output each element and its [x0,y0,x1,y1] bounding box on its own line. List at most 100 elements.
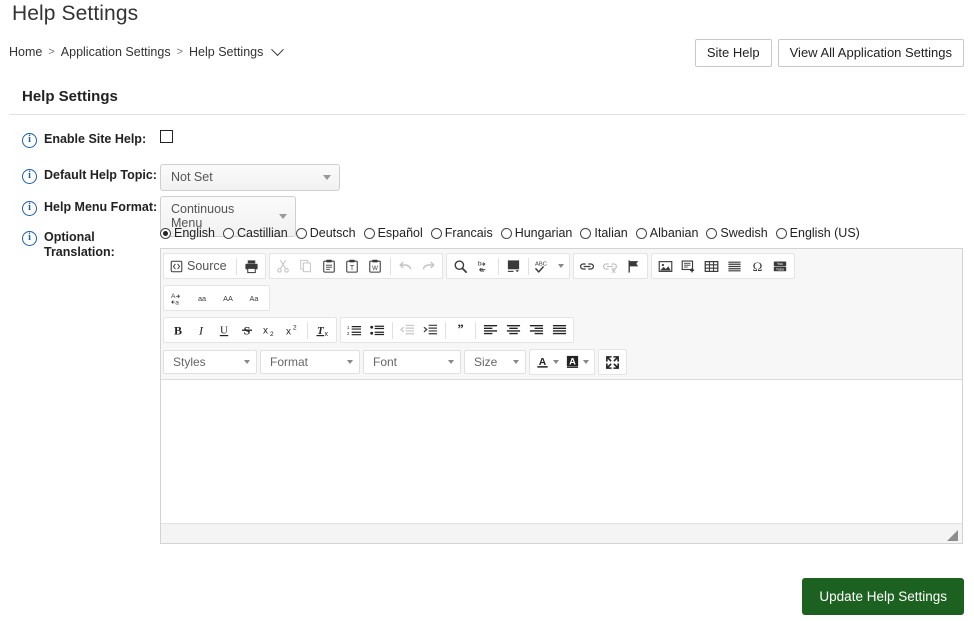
subscript-icon[interactable]: x2 [258,319,281,341]
unlink-icon[interactable] [599,255,622,277]
table-icon[interactable] [700,255,723,277]
format-dropdown[interactable]: Format [260,350,360,374]
superscript-icon[interactable]: x2 [281,319,304,341]
bulleted-list-icon[interactable] [366,319,389,341]
flash-icon[interactable] [677,255,700,277]
redo-icon[interactable] [417,255,440,277]
enable-site-help-checkbox[interactable] [160,130,173,143]
radio-button[interactable] [363,227,375,239]
spellcheck-icon[interactable]: ABC [532,255,567,277]
undo-icon[interactable] [394,255,417,277]
svg-text:T: T [350,265,355,272]
text-color-icon[interactable]: A [532,351,562,373]
translation-language-option-english-us[interactable]: English (US) [775,226,860,240]
source-icon[interactable]: Source [166,255,233,277]
update-help-settings-button[interactable]: Update Help Settings [802,578,964,615]
background-color-icon[interactable]: A [562,351,592,373]
font-dropdown[interactable]: Font [363,350,461,374]
remove-format-icon[interactable]: Aa [166,287,189,309]
mixed-case-icon[interactable]: Aa [241,287,267,309]
styles-dropdown[interactable]: Styles [163,350,257,374]
resize-grip-icon[interactable] [947,530,958,541]
align-right-icon[interactable] [525,319,548,341]
chevron-down-icon [557,264,564,268]
translation-language-option-deutsch[interactable]: Deutsch [295,226,356,240]
radio-button[interactable] [635,227,647,239]
info-icon[interactable]: i [22,201,37,216]
breadcrumb-item-home[interactable]: Home [9,45,42,59]
outdent-icon[interactable] [396,319,419,341]
align-center-icon[interactable] [502,319,525,341]
special-char-icon[interactable]: Ω [746,255,769,277]
bold-icon[interactable]: B [166,319,189,341]
svg-text:2: 2 [270,331,274,337]
radio-button[interactable] [295,227,307,239]
align-justify-icon[interactable] [548,319,571,341]
svg-text:Ω: Ω [752,259,762,274]
radio-label: Italian [594,226,628,240]
info-icon[interactable]: i [22,231,37,246]
blockquote-icon[interactable]: ” [449,319,472,341]
align-left-icon[interactable] [479,319,502,341]
optional-translation-label: Optional Translation: [44,230,115,260]
copy-icon[interactable] [295,255,318,277]
translation-language-option-francais[interactable]: Francais [430,226,493,240]
chevron-down-icon [279,213,287,219]
translation-language-option-castillian[interactable]: Castillian [223,226,288,240]
radio-button[interactable] [706,227,718,239]
radio-button[interactable] [500,227,512,239]
radio-label: Francais [444,226,493,240]
paste-word-icon[interactable]: W [364,255,387,277]
breadcrumb-item-application-settings[interactable]: Application Settings [61,45,171,59]
small-text-icon[interactable]: aa [189,287,215,309]
youtube-icon[interactable]: You Tube [769,255,792,277]
maximize-icon[interactable] [601,351,624,373]
select-all-icon[interactable] [502,255,525,277]
find-icon[interactable] [449,255,472,277]
indent-icon[interactable] [419,319,442,341]
site-help-button[interactable]: Site Help [694,39,772,67]
translation-language-option-albanian[interactable]: Albanian [635,226,698,240]
paste-icon[interactable] [318,255,341,277]
chevron-down-icon[interactable] [271,42,285,56]
radio-button[interactable] [223,227,234,239]
toolbar-group-colors: A A [529,349,595,375]
large-text-icon[interactable]: AA [215,287,241,309]
numbered-list-icon[interactable]: 12 [343,319,366,341]
translation-language-option-espa-ol[interactable]: Español [363,226,423,240]
italic-icon[interactable]: I [189,319,212,341]
breadcrumb-item-help-settings[interactable]: Help Settings [189,45,263,59]
print-icon[interactable] [240,255,263,277]
size-dropdown[interactable]: Size [464,350,526,374]
underline-icon[interactable]: U [212,319,235,341]
svg-text:x: x [263,326,268,337]
svg-text:2: 2 [347,331,350,336]
radio-button[interactable] [160,227,171,239]
font-label: Font [373,355,398,369]
radio-button[interactable] [430,227,442,239]
replace-icon[interactable]: ba [472,255,495,277]
optional-translation-label-line1: Optional [44,230,95,244]
translation-language-option-hungarian[interactable]: Hungarian [500,226,572,240]
breadcrumb-separator: > [48,46,55,58]
image-icon[interactable] [654,255,677,277]
info-icon[interactable]: i [22,169,37,184]
remove-format-text-icon[interactable]: Tx [311,319,334,341]
translation-language-option-italian[interactable]: Italian [580,226,628,240]
horizontal-rule-icon[interactable] [723,255,746,277]
divider [445,321,446,339]
link-icon[interactable] [576,255,599,277]
cut-icon[interactable] [272,255,295,277]
radio-button[interactable] [580,227,592,239]
view-all-application-settings-button[interactable]: View All Application Settings [777,39,964,67]
radio-button[interactable] [775,227,787,239]
paste-text-icon[interactable]: T [341,255,364,277]
svg-text:U: U [220,325,228,337]
default-help-topic-select[interactable]: Not Set [160,164,340,191]
anchor-icon[interactable] [622,255,645,277]
info-icon[interactable]: i [22,133,37,148]
editor-content-area[interactable] [161,380,962,523]
strikethrough-icon[interactable]: S [235,319,258,341]
translation-language-option-swedish[interactable]: Swedish [706,226,768,240]
translation-language-option-english[interactable]: English [160,226,215,240]
